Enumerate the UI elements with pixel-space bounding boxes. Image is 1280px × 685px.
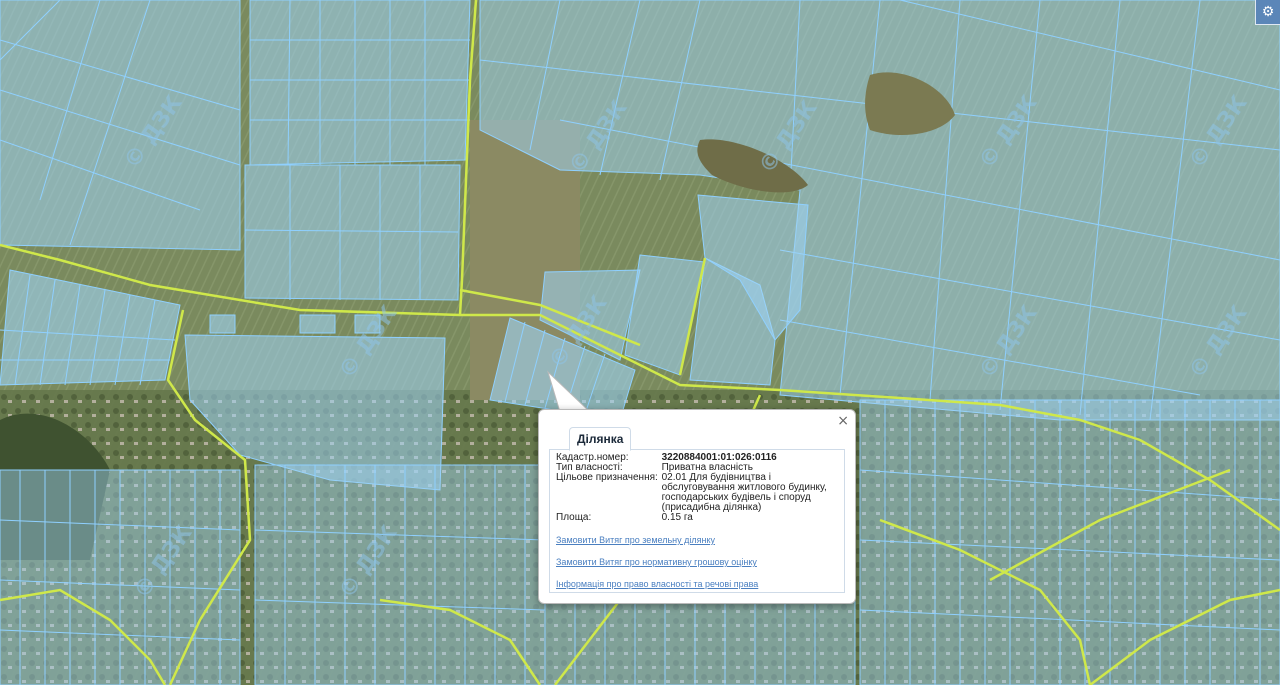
gear-icon: ⚙ <box>1261 4 1275 20</box>
popup-links: Замовити Витяг про земельну ділянку Замо… <box>556 535 839 589</box>
popup-tabs: Ділянка <box>549 427 845 451</box>
info-key: Цільове призначення: <box>556 472 658 483</box>
parcel-area: 0.15 га <box>661 512 693 523</box>
settings-button[interactable]: ⚙ <box>1255 0 1280 25</box>
close-icon[interactable]: × <box>837 414 849 428</box>
order-valuation-extract-link[interactable]: Замовити Витяг про нормативну грошову оц… <box>556 557 839 567</box>
info-key: Площа: <box>556 512 592 523</box>
order-parcel-extract-link[interactable]: Замовити Витяг про земельну ділянку <box>556 535 839 545</box>
parcel-info-table: Кадастр.номер: 3220884001:01:026:0116 Ти… <box>556 453 839 523</box>
popup-body: Кадастр.номер: 3220884001:01:026:0116 Ти… <box>549 450 845 593</box>
land-purpose: 02.01 Для будівництва і обслуговування ж… <box>661 472 827 513</box>
ownership-rights-link[interactable]: Інформація про право власності та речові… <box>556 579 839 589</box>
parcel-popup: × Ділянка Кадастр.номер: 3220884001:01:0… <box>538 409 856 604</box>
tab-parcel[interactable]: Ділянка <box>569 427 632 451</box>
info-row-area: Площа: 0.15 га <box>556 513 839 523</box>
info-row-purpose: Цільове призначення: 02.01 Для будівницт… <box>556 473 839 513</box>
